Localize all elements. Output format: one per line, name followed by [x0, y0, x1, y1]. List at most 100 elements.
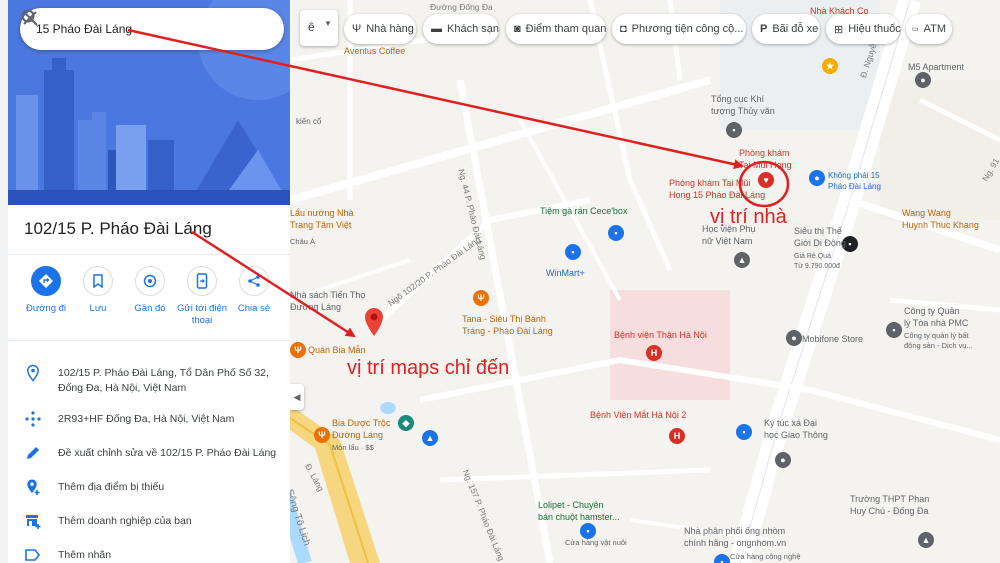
- map-label[interactable]: Trang Tâm Việt: [290, 220, 351, 231]
- home-pin-icon[interactable]: ▲: [422, 430, 438, 446]
- map-label[interactable]: Tráng - Pháo Đài Láng: [462, 326, 553, 337]
- map-label[interactable]: Món lẩu · $$: [332, 442, 374, 453]
- school-pin-icon[interactable]: ▲: [734, 252, 750, 268]
- map-label[interactable]: Từ 9.790.000đ: [794, 261, 840, 272]
- map-label[interactable]: động sản - Dịch vụ...: [904, 340, 973, 351]
- map-label[interactable]: Công ty Quản: [904, 306, 960, 317]
- cart-pin-icon[interactable]: ▪: [565, 244, 581, 260]
- suggest-edit-row[interactable]: Đề xuất chỉnh sửa về 102/15 P. Pháo Đài …: [8, 444, 290, 464]
- divider: [8, 340, 290, 341]
- location-marker-icon[interactable]: [365, 308, 383, 336]
- transit-icon: ◘: [620, 23, 627, 35]
- map-label[interactable]: Phòng khám: [739, 148, 790, 159]
- hospital-pin-icon[interactable]: H: [646, 345, 662, 361]
- map-label[interactable]: Họng 15 Pháo Đài Láng: [669, 190, 765, 201]
- map-label[interactable]: Pháo Đài Láng: [828, 181, 881, 192]
- divider: [8, 254, 290, 255]
- search-input[interactable]: [36, 20, 196, 38]
- close-icon[interactable]: [20, 8, 40, 28]
- map-label[interactable]: chính hãng - ongnhom.vn: [684, 538, 786, 549]
- clinic-pin-icon[interactable]: ♥: [758, 172, 774, 188]
- add-place-icon: [27, 479, 40, 495]
- place-title: 102/15 P. Pháo Đài Láng: [24, 219, 212, 238]
- map-label[interactable]: Phòng khám Tai Mũi: [669, 178, 750, 189]
- map-label[interactable]: Ký túc xá Đại: [764, 418, 817, 429]
- star-pin-icon[interactable]: ★: [822, 58, 838, 74]
- add-missing-place-row[interactable]: Thêm địa điểm bị thiếu: [8, 478, 290, 498]
- map-label[interactable]: Bệnh viện Thận Hà Nội: [614, 330, 707, 341]
- save-button[interactable]: Lưu: [70, 266, 126, 315]
- map-label[interactable]: WinMart+: [546, 268, 585, 279]
- send-to-phone-button[interactable]: Gửi tới điện thoại: [174, 266, 230, 327]
- map-label[interactable]: bán chuột hamster...: [538, 512, 620, 523]
- store-pin-icon[interactable]: ●: [786, 330, 802, 346]
- map-label[interactable]: Mobifone Store: [802, 334, 863, 345]
- map-label[interactable]: Tana - Siêu Thị Bánh: [462, 314, 546, 325]
- restaurant-pin-icon[interactable]: Ψ: [473, 290, 489, 306]
- map-label[interactable]: Lẩu nướng Nhà: [290, 208, 353, 219]
- map-label[interactable]: Tổng cục Khí: [711, 94, 764, 105]
- info-pin-icon[interactable]: ●: [809, 170, 825, 186]
- map-label[interactable]: Giới Di Động: [794, 238, 846, 249]
- chip-transit[interactable]: ◘ Phương tiện công cộ...: [612, 14, 746, 44]
- add-label-row[interactable]: Thêm nhãn: [8, 546, 290, 563]
- plus-code-icon: [25, 411, 41, 427]
- map-label[interactable]: nữ Việt Nam: [702, 236, 752, 247]
- map-label[interactable]: Không phải 15: [828, 170, 880, 181]
- dorm-pin-icon[interactable]: ▪: [736, 424, 752, 440]
- map-label[interactable]: Cửa hàng công nghệ: [730, 551, 801, 562]
- add-business-row[interactable]: Thêm doanh nghiệp của bạn: [8, 512, 290, 532]
- map-label[interactable]: Đường Láng: [332, 430, 383, 441]
- share-button[interactable]: Chia sẻ: [226, 266, 282, 315]
- directions-button[interactable]: Đường đi: [18, 266, 74, 315]
- chip-atm[interactable]: ▭ ATM: [906, 14, 952, 44]
- send-to-phone-icon: [187, 266, 217, 296]
- map-label[interactable]: lý Tòa nhà PMC: [904, 318, 968, 329]
- map-label[interactable]: Tiệm gà rán Cece'box: [540, 206, 627, 217]
- place-photo[interactable]: [8, 0, 290, 205]
- dorm-location-icon[interactable]: ●: [775, 452, 791, 468]
- map-label[interactable]: Bệnh Viện Mắt Hà Nội 2: [590, 410, 686, 421]
- map-label[interactable]: Huynh Thuc Khang: [902, 220, 979, 231]
- plus-code-row[interactable]: 2R93+HF Đống Đa, Hà Nội, Việt Nam: [8, 410, 290, 430]
- map-label[interactable]: Siêu thị Thế: [794, 226, 842, 237]
- highschool-pin-icon[interactable]: ▲: [918, 532, 934, 548]
- chip-hotel[interactable]: ▬ Khách sạn: [423, 14, 499, 44]
- nearby-button[interactable]: Gần đó: [122, 266, 178, 315]
- map-label[interactable]: Bia Dược Trộc: [332, 418, 390, 429]
- map-streets: [290, 0, 1000, 563]
- tech-shop-pin-icon[interactable]: ▪: [714, 554, 730, 563]
- map-label[interactable]: Quán Bia Mẫn: [308, 345, 366, 356]
- chip-parking[interactable]: P Bãi đỗ xe: [752, 14, 820, 44]
- map-label[interactable]: Lolipet - Chuyên: [538, 500, 604, 511]
- shop-pin-icon[interactable]: ▪: [608, 225, 624, 241]
- layers-button[interactable]: ê ▼: [300, 10, 338, 46]
- address-row[interactable]: 102/15 P. Pháo Đài Láng, Tổ Dân Phố Số 3…: [8, 364, 290, 400]
- map-label[interactable]: Wang Wang: [902, 208, 951, 219]
- map-label[interactable]: Huy Chú - Đống Đa: [850, 506, 929, 517]
- collapse-panel-button[interactable]: ◀: [290, 384, 304, 410]
- chip-restaurant[interactable]: Ψ Nhà hàng: [344, 14, 416, 44]
- map-label[interactable]: Đường Láng: [290, 302, 341, 313]
- beer-pin-icon[interactable]: Ψ: [314, 427, 330, 443]
- map-label[interactable]: Tai Mũi Họng: [739, 160, 792, 171]
- map-label: Châu Á: [290, 237, 316, 246]
- map-label[interactable]: Nhà phân phối ống nhòm: [684, 526, 785, 537]
- map-label[interactable]: Nhà sách Tiến Thọ: [290, 290, 365, 301]
- apartment-pin-icon[interactable]: ●: [915, 72, 931, 88]
- map-label[interactable]: M5 Apartment: [908, 62, 964, 73]
- pub-pin-icon[interactable]: Ψ: [290, 342, 306, 358]
- eye-hospital-pin-icon[interactable]: H: [669, 428, 685, 444]
- chip-pharmacy[interactable]: ⊞ Hiệu thuốc: [826, 14, 901, 44]
- search-box: [20, 8, 284, 50]
- government-pin-icon[interactable]: ▪: [726, 122, 742, 138]
- map-canvas[interactable]: ♥ ▪ ● ● ★ ▪ ▲ ▪ ▪ Ψ H H ● ▪ ▪ ● ◆ ▲ Ψ Ψ …: [290, 0, 1000, 563]
- map-label[interactable]: học Giao Thông: [764, 430, 828, 441]
- map-label[interactable]: tượng Thủy văn: [711, 106, 775, 117]
- chip-attractions[interactable]: ◙ Điểm tham quan: [506, 14, 606, 44]
- map-label[interactable]: Trường THPT Phan: [850, 494, 929, 505]
- park-pin-icon[interactable]: ◆: [398, 415, 414, 431]
- map-label[interactable]: Cửa hàng vật nuôi: [565, 537, 627, 548]
- building-pin-icon[interactable]: ▪: [886, 322, 902, 338]
- map-label[interactable]: Aventus Coffee: [344, 46, 405, 57]
